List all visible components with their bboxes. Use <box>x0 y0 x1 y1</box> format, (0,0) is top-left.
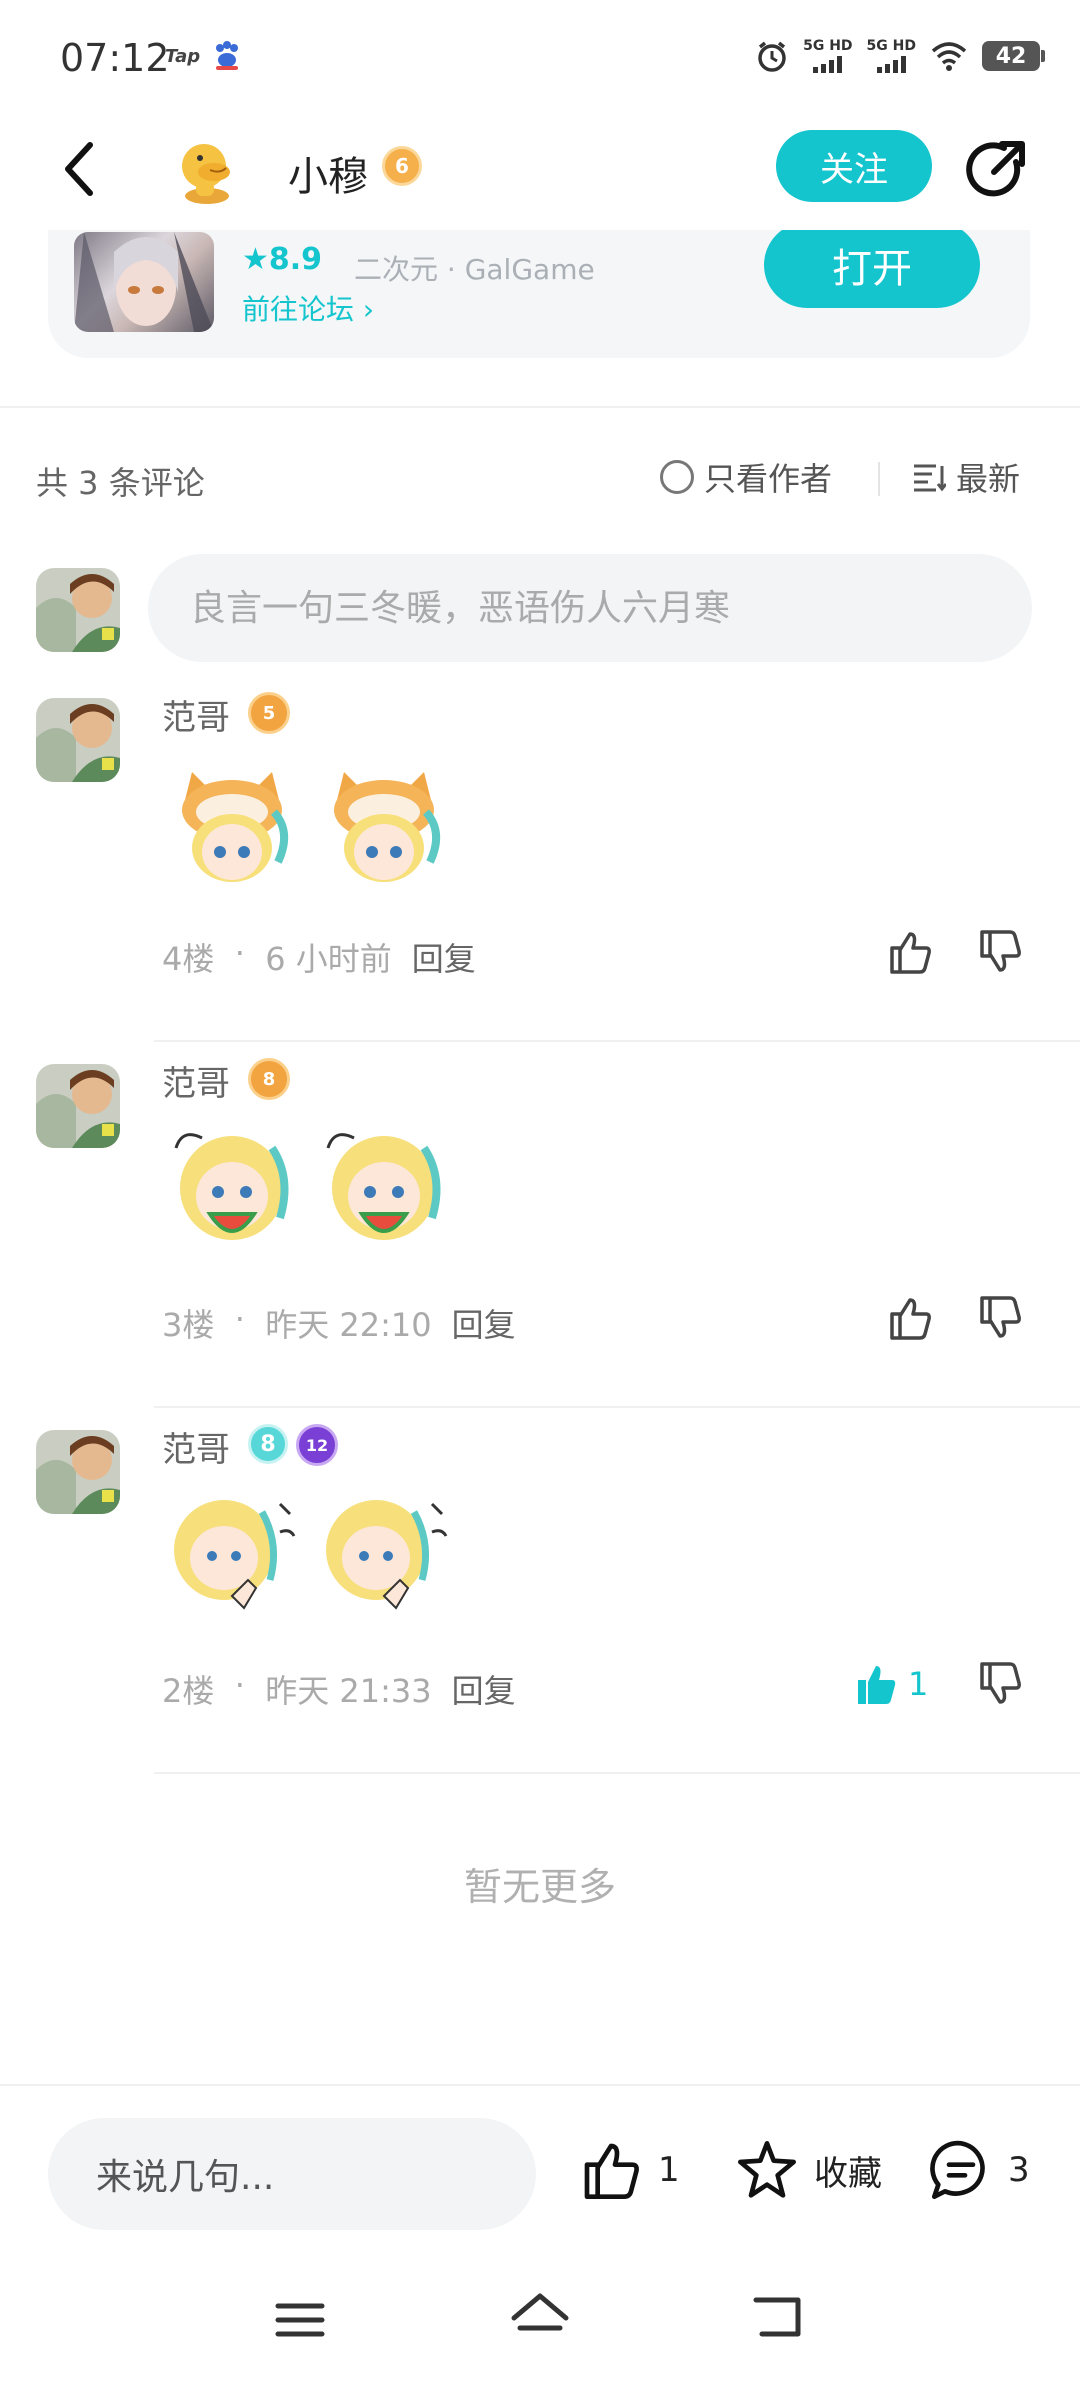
excellent-girl-sticker[interactable] <box>314 1484 454 1624</box>
reply-input[interactable]: 来说几句... <box>48 2118 536 2230</box>
reply-button[interactable]: 回复 <box>452 1666 516 1712</box>
comments-button[interactable]: 3 <box>928 2138 1030 2202</box>
sticker-row <box>162 1118 454 1258</box>
like-button[interactable] <box>886 1294 942 1342</box>
commenter-name[interactable]: 范哥 <box>162 1056 230 1105</box>
baidu-paw-icon <box>216 41 238 70</box>
level-badge: 8 <box>248 1058 290 1100</box>
my-avatar <box>36 568 120 652</box>
chevron-right-icon: › <box>362 293 375 326</box>
commenter-avatar[interactable] <box>36 1064 120 1148</box>
game-tags: 二次元 · GalGame <box>354 253 595 286</box>
shiba-girl-sticker[interactable] <box>162 752 302 892</box>
thumbs-down-icon[interactable] <box>976 928 1024 976</box>
share-icon[interactable] <box>962 134 1032 204</box>
open-game-button[interactable]: 打开 <box>764 222 980 308</box>
signal-2: 5G HD <box>867 39 916 73</box>
tap-app-icon: Tap <box>165 46 201 67</box>
favorite-button[interactable]: 收藏 <box>734 2138 882 2202</box>
commenter-avatar[interactable] <box>36 1430 120 1514</box>
back-nav-icon[interactable] <box>748 2288 808 2348</box>
sticker-row <box>162 1484 454 1624</box>
comments-count: 共 3 条评论 <box>36 464 205 502</box>
bottom-divider <box>0 2084 1080 2086</box>
reply-button[interactable]: 回复 <box>452 1300 516 1346</box>
comment-meta: 4楼 · 6 小时前 回复 <box>162 934 476 980</box>
thumbs-up-filled-icon <box>858 1666 896 1704</box>
fan-badge: 12 <box>296 1424 338 1466</box>
watermelon-girl-sticker[interactable] <box>314 1118 454 1258</box>
level-badge: 8 <box>248 1424 288 1464</box>
commenter-name[interactable]: 范哥 <box>162 1422 230 1471</box>
comment-divider <box>154 1772 1080 1774</box>
menu-icon[interactable] <box>270 2290 330 2350</box>
comment-item: 范哥 8 12 2楼 · 昨天 21:33 回复 1 <box>0 1422 1080 1788</box>
forum-link[interactable]: 前往论坛 › <box>242 288 374 328</box>
alarm-icon <box>758 41 786 72</box>
thumbs-down-icon[interactable] <box>976 1294 1024 1342</box>
sort-icon <box>914 464 946 492</box>
signal-1: 5G HD <box>803 39 853 73</box>
section-divider <box>0 406 1080 408</box>
wifi-icon <box>931 42 967 71</box>
comment-input[interactable] <box>148 554 1032 662</box>
commenter-name[interactable]: 范哥 <box>162 690 230 739</box>
system-nav-bar <box>0 2270 1080 2388</box>
follow-button[interactable]: 关注 <box>776 130 932 202</box>
back-button[interactable] <box>48 134 108 204</box>
author-only-toggle[interactable]: 只看作者 <box>660 454 832 500</box>
level-badge: 5 <box>248 692 290 734</box>
shiba-girl-sticker[interactable] <box>314 752 454 892</box>
game-rating: ★8.9 <box>242 242 323 277</box>
thumbs-up-icon <box>890 932 931 974</box>
sticker-row <box>162 752 454 892</box>
star-icon: ★ <box>242 242 269 277</box>
comment-meta: 3楼 · 昨天 22:10 回复 <box>162 1300 516 1346</box>
battery-indicator: 42 <box>982 41 1045 71</box>
comment-meta: 2楼 · 昨天 21:33 回复 <box>162 1666 516 1712</box>
comment-bubble-icon <box>930 2140 985 2199</box>
thumbs-down-icon[interactable] <box>976 1660 1024 1708</box>
game-cover-image[interactable] <box>74 232 214 332</box>
comment-divider <box>154 1040 1080 1042</box>
star-icon <box>738 2141 796 2198</box>
sort-newest-button[interactable]: 最新 <box>912 454 1020 500</box>
comment-item: 范哥 8 3楼 · 昨天 22:10 回复 <box>0 1056 1080 1422</box>
like-button-active[interactable]: 1 <box>852 1660 928 1708</box>
reply-button[interactable]: 回复 <box>412 934 476 980</box>
post-like-button[interactable]: 1 <box>578 2138 680 2202</box>
comment-item: 范哥 5 4楼 · 6 小时前 回复 <box>0 690 1080 1056</box>
author-name[interactable]: 小穆 <box>288 144 368 202</box>
status-time: 07:12 <box>60 36 170 80</box>
thumbs-up-icon <box>584 2143 639 2199</box>
vertical-separator <box>878 462 880 496</box>
like-button[interactable] <box>886 928 942 976</box>
author-level-badge: 6 <box>382 146 422 186</box>
radio-icon <box>660 460 694 494</box>
post-header: 小穆 6 关注 <box>0 110 1080 230</box>
comment-divider <box>154 1406 1080 1408</box>
thumbs-up-icon <box>890 1298 931 1340</box>
home-icon[interactable] <box>508 2288 572 2348</box>
no-more-text: 暂无更多 <box>463 1865 616 1909</box>
author-avatar[interactable] <box>170 132 244 206</box>
chevron-left-icon <box>65 142 93 196</box>
watermelon-girl-sticker[interactable] <box>162 1118 302 1258</box>
commenter-avatar[interactable] <box>36 698 120 782</box>
excellent-girl-sticker[interactable] <box>162 1484 302 1624</box>
status-bar: 07:12 Tap 5G HD 5G HD 42 <box>0 0 1080 110</box>
